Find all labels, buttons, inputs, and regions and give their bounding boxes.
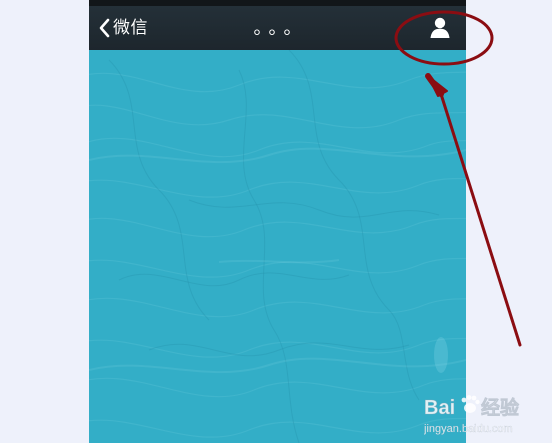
chat-profile-button[interactable] xyxy=(426,16,454,42)
chat-title: 。。。 xyxy=(253,18,308,39)
chat-message-area[interactable] xyxy=(89,50,466,443)
wechat-chat-screen: 微信 。。。 xyxy=(89,0,466,443)
chat-wallpaper xyxy=(89,50,466,443)
baidu-jingyan-watermark: Bai 经验 jingyan.baidu.com xyxy=(424,395,520,435)
person-icon xyxy=(430,17,450,38)
svg-text:jingyan.baidu.com: jingyan.baidu.com xyxy=(424,423,513,435)
screenshot-stage: 微信 。。。 Bai 经验 jingyan.baidu.com xyxy=(0,0,552,443)
svg-text:Bai: Bai xyxy=(424,397,455,419)
navigation-bar: 微信 。。。 xyxy=(89,6,466,50)
svg-text:经验: 经验 xyxy=(481,396,520,419)
paw-icon xyxy=(461,395,480,413)
